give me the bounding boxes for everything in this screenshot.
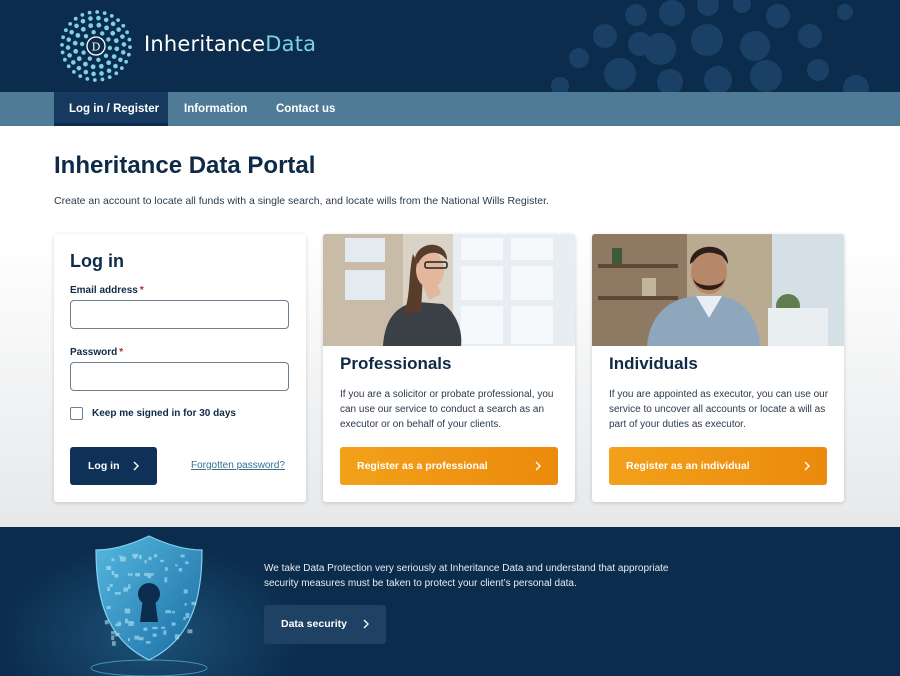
data-security-label: Data security bbox=[281, 618, 347, 630]
professionals-title: Professionals bbox=[340, 354, 452, 373]
chevron-right-icon bbox=[804, 461, 810, 471]
individuals-title: Individuals bbox=[609, 354, 698, 373]
email-input[interactable] bbox=[70, 300, 289, 329]
brand-name-part1: Inheritance bbox=[144, 32, 266, 56]
email-label: Email address * bbox=[70, 285, 144, 296]
nav-item-information[interactable]: Information bbox=[184, 92, 247, 126]
register-professional-button[interactable]: Register as a professional bbox=[340, 447, 558, 485]
password-label: Password * bbox=[70, 347, 123, 358]
header-bubble-decoration bbox=[551, 0, 869, 92]
forgotten-password-link[interactable]: Forgotten password? bbox=[191, 460, 285, 471]
register-professional-label: Register as a professional bbox=[357, 460, 488, 472]
remember-me-checkbox[interactable] bbox=[70, 407, 83, 420]
email-label-text: Email address bbox=[70, 285, 138, 296]
login-title: Log in bbox=[70, 251, 124, 271]
nav-item-contact-us[interactable]: Contact us bbox=[276, 92, 335, 126]
chevron-right-icon bbox=[363, 619, 369, 629]
professionals-description: If you are a solicitor or probate profes… bbox=[340, 389, 554, 430]
individuals-card: Individuals If you are appointed as exec… bbox=[592, 234, 844, 502]
main-content: Inheritance Data Portal Create an accoun… bbox=[0, 126, 900, 527]
page-title: Inheritance Data Portal bbox=[54, 152, 316, 179]
login-card: Log in Email address * Password * Keep me … bbox=[54, 234, 306, 502]
login-button[interactable]: Log in bbox=[70, 447, 157, 485]
dotted-circle-logo-icon[interactable]: D bbox=[60, 10, 132, 82]
nav-item-login-register[interactable]: Log in / Register bbox=[54, 92, 168, 126]
site-header: D InheritanceData bbox=[0, 0, 900, 92]
professional-woman-photo bbox=[323, 234, 575, 346]
remember-me-label[interactable]: Keep me signed in for 30 days bbox=[92, 408, 236, 419]
brand-name-part2: Data bbox=[265, 32, 317, 56]
login-button-label: Log in bbox=[88, 460, 120, 472]
individual-man-photo bbox=[592, 234, 844, 346]
password-input[interactable] bbox=[70, 362, 289, 391]
main-nav: Log in / Register Information Contact us bbox=[0, 92, 900, 126]
professionals-card: Professionals If you are a solicitor or … bbox=[323, 234, 575, 502]
password-label-text: Password bbox=[70, 347, 118, 358]
chevron-right-icon bbox=[535, 461, 541, 471]
page-intro: Create an account to locate all funds wi… bbox=[54, 195, 549, 207]
chevron-right-icon bbox=[133, 461, 139, 471]
data-protection-banner: We take Data Protection very seriously a… bbox=[0, 527, 900, 676]
required-marker: * bbox=[119, 347, 124, 358]
register-individual-button[interactable]: Register as an individual bbox=[609, 447, 827, 485]
brand-name[interactable]: InheritanceData bbox=[144, 32, 316, 56]
logo-letter: D bbox=[92, 41, 101, 54]
register-individual-label: Register as an individual bbox=[626, 460, 750, 472]
data-protection-text: We take Data Protection very seriously a… bbox=[264, 563, 669, 589]
shield-keyhole-icon bbox=[90, 535, 208, 676]
data-security-button[interactable]: Data security bbox=[264, 605, 386, 644]
required-marker: * bbox=[139, 285, 144, 296]
individuals-description: If you are appointed as executor, you ca… bbox=[609, 389, 829, 430]
